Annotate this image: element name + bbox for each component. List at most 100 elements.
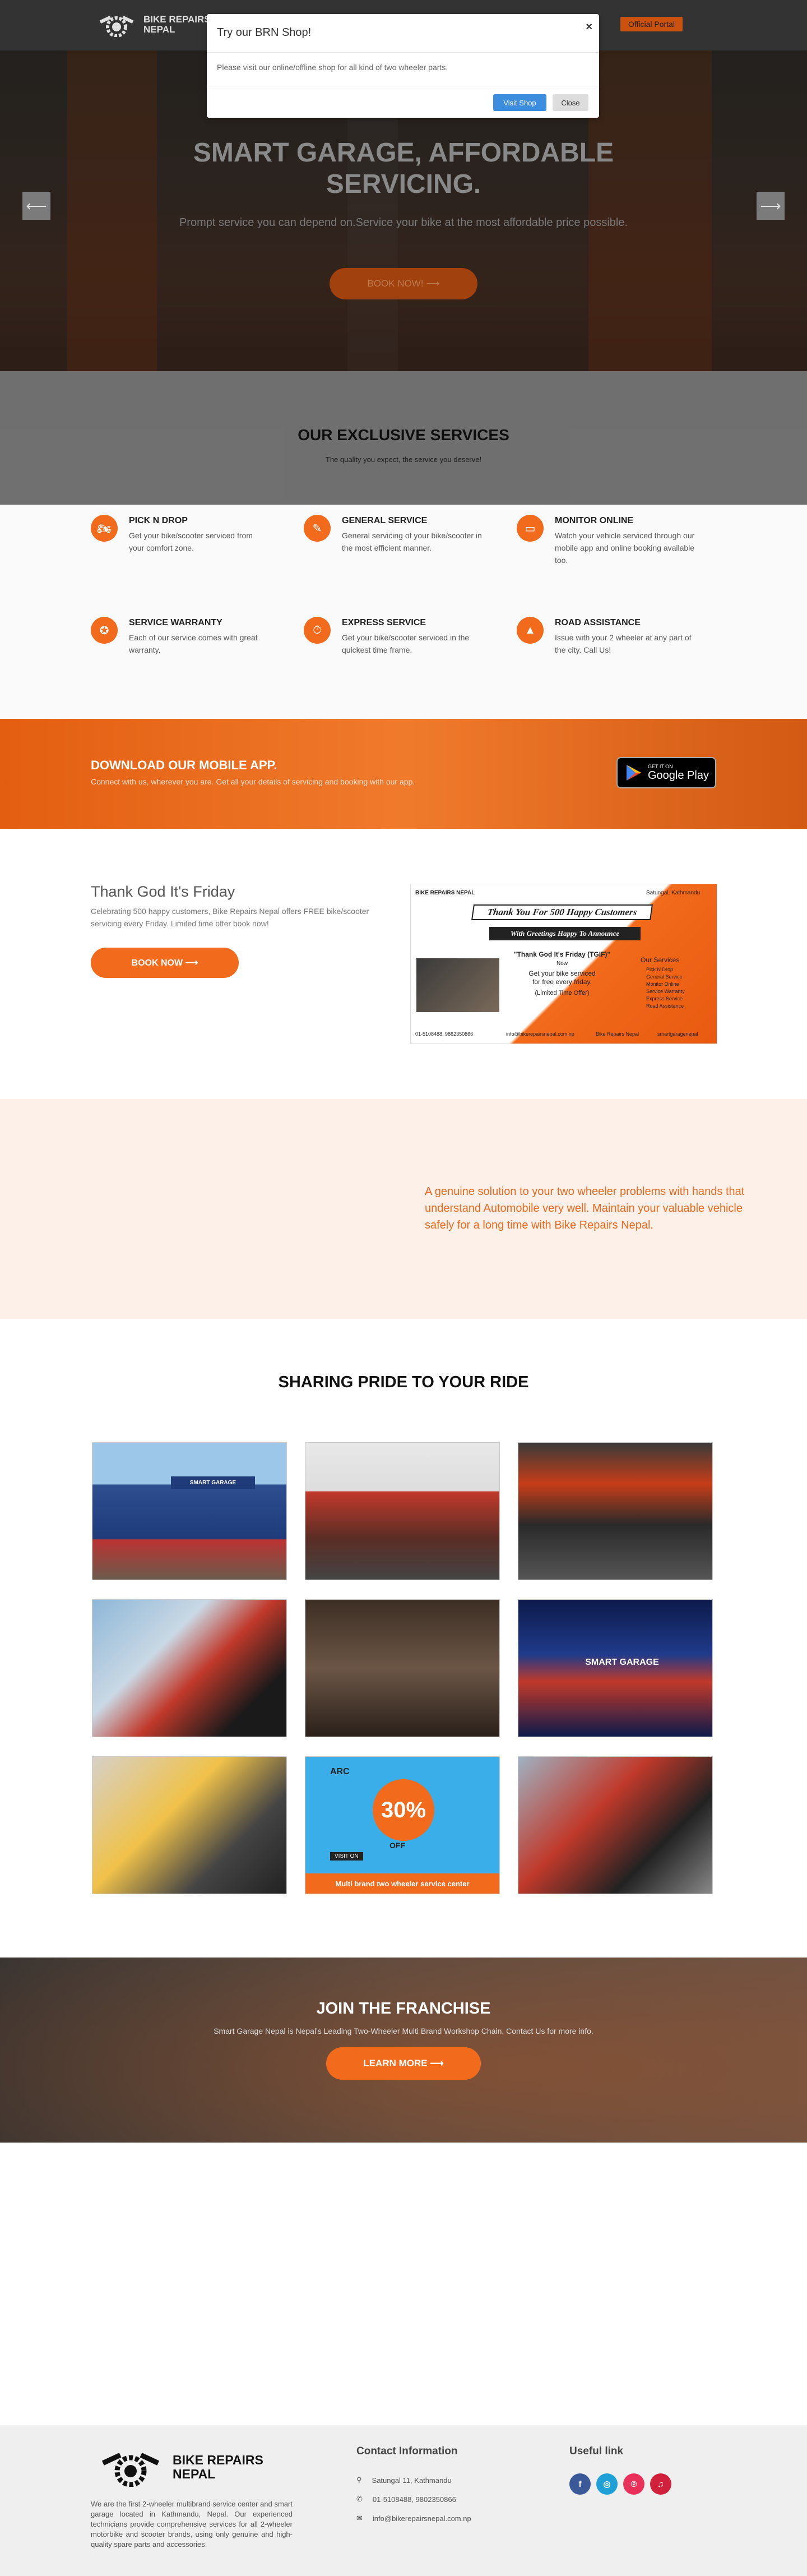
contact-title: Contact Information [356, 2445, 458, 2457]
service-desc: Issue with your 2 wheeler at any part of… [555, 633, 692, 654]
gallery-image[interactable] [92, 1756, 287, 1894]
tgif-text: Celebrating 500 happy customers, Bike Re… [91, 907, 369, 928]
google-play-text: GET IT ON Google Play [648, 764, 709, 782]
gallery-image[interactable] [305, 1442, 500, 1580]
visit-shop-button[interactable]: Visit Shop [493, 94, 546, 111]
franchise-section: JOIN THE FRANCHISE Smart Garage Nepal is… [0, 1958, 807, 2143]
gallery-image[interactable] [518, 1442, 713, 1580]
mobile-app-banner: DOWNLOAD OUR MOBILE APP. Connect with us… [0, 719, 807, 829]
footer-phone[interactable]: ✆ 01-5108488, 9802350866 [356, 2495, 456, 2504]
poster-list-item: Service Warranty [646, 989, 685, 994]
popup-close-icon[interactable]: × [586, 21, 592, 34]
poster-list-item: Express Service [646, 996, 683, 1001]
tgif-book-now-button[interactable]: BOOK NOW ⟶ [91, 948, 239, 978]
poster-banner: Thank You For 500 Happy Customers [471, 904, 653, 920]
promo-discount: 30% [373, 1779, 434, 1841]
poster-facebook: Bike Repairs Nepal [596, 1031, 639, 1037]
shop-popup-dialog: Try our BRN Shop! × Please visit our onl… [207, 14, 599, 118]
service-name: PICK N DROP [129, 516, 188, 525]
tgif-poster: BIKE REPAIRS NEPAL Satungal, Kathmandu T… [410, 884, 717, 1044]
map-pin-icon: ⚲ [356, 2476, 362, 2484]
poster-service-list: Pick N Drop General Service Monitor Onli… [646, 966, 685, 1010]
service-desc: Get your bike/scooter serviced in the qu… [342, 633, 470, 654]
promo-brand: ARC [330, 1767, 350, 1776]
popup-message: Please visit our online/offline shop for… [217, 63, 448, 72]
service-name: GENERAL SERVICE [342, 516, 428, 525]
learn-more-button[interactable]: LEARN MORE ⟶ [326, 2047, 481, 2080]
app-subtitle: Connect with us, wherever you are. Get a… [91, 777, 415, 786]
gallery-image[interactable] [518, 1756, 713, 1894]
play-store-icon [627, 765, 641, 781]
franchise-title: JOIN THE FRANCHISE [316, 2000, 491, 2018]
about-text: A genuine solution to your two wheeler p… [425, 1185, 745, 1231]
promo-off: OFF [389, 1841, 405, 1850]
phone-text: 01-5108488, 9802350866 [372, 2495, 456, 2504]
footer-address: ⚲ Satungal 11, Kathmandu [356, 2476, 452, 2485]
poster-offer-now: Now [556, 961, 568, 967]
badge-small-text: GET IT ON [648, 763, 673, 769]
roadblock-icon: ▲ [517, 617, 544, 644]
promo-footer: Multi brand two wheeler service center [305, 1873, 499, 1894]
franchise-subtitle: Smart Garage Nepal is Nepal's Leading Tw… [214, 2026, 593, 2035]
motorcycle-icon: 🏍 [91, 515, 118, 542]
service-desc: Each of our service comes with great war… [129, 633, 258, 654]
service-desc: Get your bike/scooter serviced from your… [129, 531, 253, 552]
service-name: MONITOR ONLINE [555, 516, 634, 525]
site-footer: BIKE REPAIRS NEPAL We are the first 2-wh… [0, 2425, 807, 2576]
gallery-image[interactable] [92, 1599, 287, 1737]
footer-about: We are the first 2-wheeler multibrand se… [91, 2500, 293, 2549]
facebook-icon[interactable]: f [569, 2473, 591, 2495]
tgif-title: Thank God It's Friday [91, 883, 235, 900]
poster-email: info@bikerepairsnepal.com.np [506, 1031, 574, 1037]
google-play-badge[interactable]: GET IT ON Google Play [616, 757, 716, 788]
service-name: SERVICE WARRANTY [129, 618, 222, 627]
poster-greeting: With Greetings Happy To Announce [489, 927, 641, 940]
gallery-image[interactable]: SMART GARAGE [518, 1599, 713, 1737]
gallery-sign: SMART GARAGE [585, 1658, 659, 1667]
badge-big-text: Google Play [648, 769, 709, 782]
warranty-icon: ✪ [91, 617, 118, 644]
poster-offer-title: "Thank God It's Friday (TGIF)" [513, 950, 611, 958]
poster-brand: BIKE REPAIRS NEPAL [415, 890, 475, 896]
footer-email[interactable]: ✉ info@bikerepairsnepal.com.np [356, 2514, 471, 2523]
poster-handle: smartgaragenepal [657, 1031, 698, 1037]
gallery-image[interactable]: SMART GARAGE [92, 1442, 287, 1580]
about-section: A genuine solution to your two wheeler p… [0, 1099, 807, 1319]
footer-logo[interactable]: BIKE REPAIRS NEPAL [94, 2448, 285, 2487]
poster-offer-line: Get your bike serviced [528, 970, 596, 977]
tiktok-icon[interactable]: ♫ [650, 2473, 671, 2495]
envelope-icon: ✉ [356, 2514, 363, 2522]
gallery-sign: SMART GARAGE [171, 1476, 255, 1489]
poster-location: Satungal, Kathmandu [646, 890, 701, 896]
service-desc: General servicing of your bike/scooter i… [342, 531, 482, 552]
popup-close-button[interactable]: Close [553, 94, 588, 111]
wrench-icon: ✎ [304, 515, 331, 542]
clock-icon: ⏱ [304, 617, 331, 644]
gallery-promo-image[interactable]: ARC 30% OFF VISIT ON Multi brand two whe… [305, 1756, 500, 1894]
poster-list-item: Pick N Drop [646, 967, 674, 972]
gallery-title: SHARING PRIDE TO YOUR RIDE [278, 1373, 529, 1391]
app-title: DOWNLOAD OUR MOBILE APP. [91, 758, 277, 772]
gear-logo-icon [101, 2453, 160, 2487]
poster-photo [415, 957, 500, 1013]
service-desc: Watch your vehicle serviced through our … [555, 531, 695, 565]
service-name: EXPRESS SERVICE [342, 618, 426, 627]
instagram-icon[interactable]: ◎ [596, 2473, 618, 2495]
service-name: ROAD ASSISTANCE [555, 618, 641, 627]
useful-link-title: Useful link [569, 2445, 624, 2457]
poster-list-item: Road Assistance [646, 1003, 684, 1009]
email-text: info@bikerepairsnepal.com.np [372, 2514, 471, 2523]
gallery-image[interactable] [305, 1599, 500, 1737]
promo-visit: VISIT ON [330, 1852, 363, 1861]
popup-title: Try our BRN Shop! [217, 26, 312, 39]
pinterest-icon[interactable]: ℗ [623, 2473, 644, 2495]
poster-offer-line: for free every friday. [532, 978, 592, 986]
footer-brand-name: BIKE REPAIRS NEPAL [173, 2453, 263, 2481]
popup-divider [207, 52, 599, 53]
monitor-icon: ▭ [517, 515, 544, 542]
poster-list-item: Monitor Online [646, 981, 679, 987]
phone-icon: ✆ [356, 2495, 363, 2503]
poster-list-title: Our Services [641, 956, 680, 964]
poster-phone: 01-5108488, 9862350866 [415, 1031, 474, 1037]
address-text: Satungal 11, Kathmandu [372, 2476, 452, 2485]
